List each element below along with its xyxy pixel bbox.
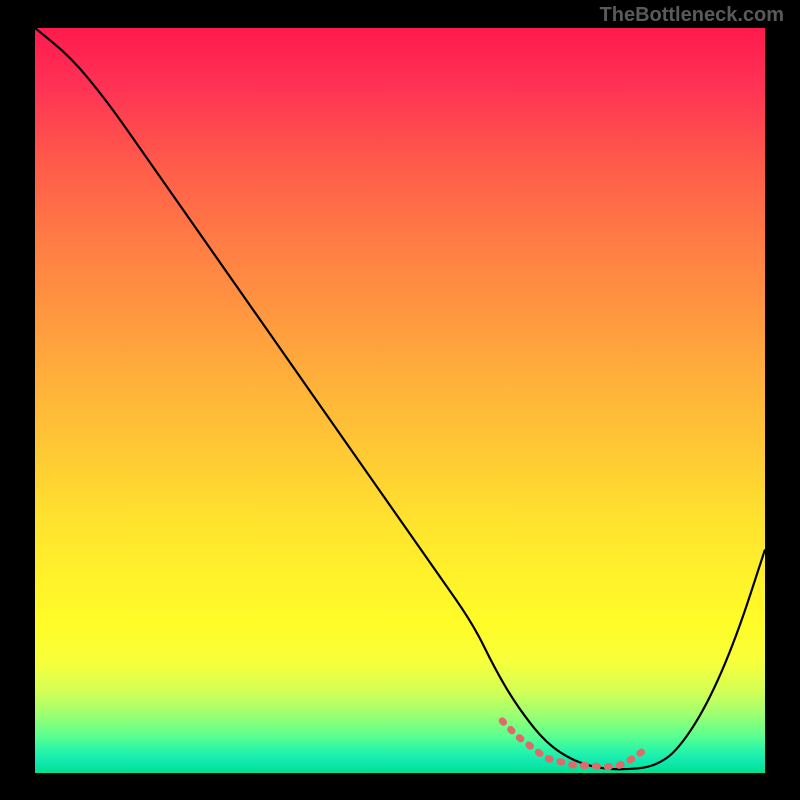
bottleneck-curve [35, 28, 765, 769]
watermark-text: TheBottleneck.com [600, 4, 784, 27]
plot-area [35, 28, 765, 773]
chart-svg [35, 28, 765, 773]
